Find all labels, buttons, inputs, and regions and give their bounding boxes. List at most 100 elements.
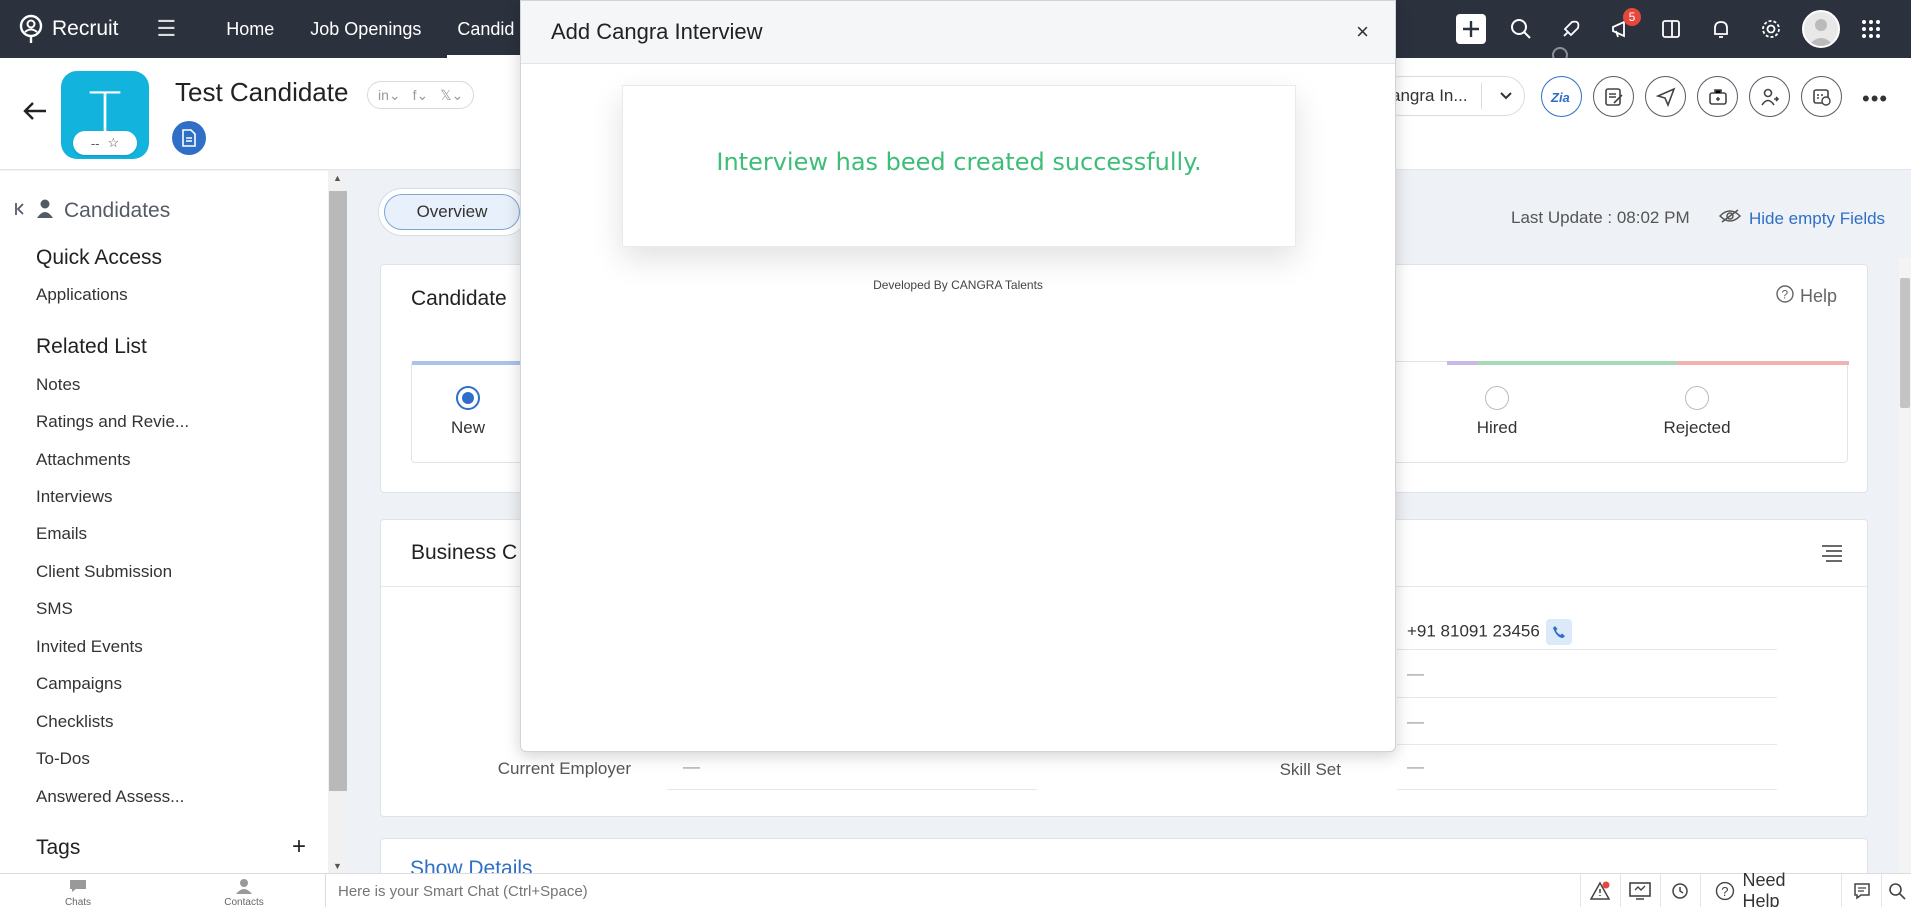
scroll-up-icon[interactable]: ▲ [333, 173, 342, 183]
sidebar-item-campaigns[interactable]: Campaigns [36, 674, 122, 694]
back-arrow-icon[interactable] [22, 100, 48, 127]
tab-overview[interactable]: Overview [384, 194, 520, 230]
search-icon[interactable] [1496, 0, 1546, 58]
chats-button[interactable]: Chats [58, 878, 98, 907]
select-divider [1481, 83, 1482, 109]
history-icon[interactable] [1659, 874, 1700, 907]
sidebar-module-header[interactable]: Candidates [14, 198, 170, 224]
hide-empty-fields-link[interactable]: Hide empty Fields [1718, 208, 1886, 229]
bottom-search-icon[interactable] [1881, 874, 1911, 907]
menu-icon[interactable]: ☰ [157, 16, 177, 42]
schedule-icon[interactable] [1801, 76, 1842, 117]
modal-title: Add Cangra Interview [551, 19, 763, 44]
field-line [667, 789, 1037, 790]
message-icon[interactable] [1841, 874, 1881, 907]
announcement-icon[interactable]: 5 [1596, 0, 1646, 58]
hide-empty-label: Hide empty Fields [1749, 208, 1886, 228]
svg-text:Zia: Zia [1550, 90, 1570, 105]
resume-doc-icon[interactable] [172, 121, 206, 155]
sidebar-item-invited-events[interactable]: Invited Events [36, 637, 143, 657]
close-icon[interactable]: × [1356, 19, 1369, 45]
contacts-button[interactable]: Contacts [221, 878, 267, 907]
nav-home[interactable]: Home [208, 0, 292, 58]
edit-note-icon[interactable] [1593, 76, 1634, 117]
related-list-title: Related List [36, 335, 147, 358]
sidebar-item-ratings[interactable]: Ratings and Revie... [36, 412, 189, 432]
field-line [1397, 649, 1777, 650]
contacts-icon [236, 879, 252, 894]
send-icon[interactable] [1645, 76, 1686, 117]
plus-icon [1456, 14, 1486, 44]
sidebar-item-client-submission[interactable]: Client Submission [36, 562, 172, 582]
skill-set-value[interactable]: — [1407, 757, 1424, 777]
stage-bar-hired [1477, 361, 1677, 365]
help-link[interactable]: ? Help [1776, 285, 1837, 308]
svg-text:?: ? [1721, 884, 1728, 899]
x-twitter-icon[interactable]: 𝕏⌄ [440, 87, 463, 104]
gear-icon[interactable] [1746, 0, 1796, 58]
need-help-label: Need Help [1742, 870, 1786, 907]
more-options-icon[interactable]: ••• [1862, 86, 1888, 112]
blank-value-2: — [1407, 712, 1424, 731]
assign-user-icon[interactable] [1749, 76, 1790, 117]
calendar-icon[interactable] [1646, 0, 1696, 58]
stage-rejected[interactable]: Rejected [1647, 386, 1747, 438]
sidebar-item-emails[interactable]: Emails [36, 524, 87, 544]
nav-candidates[interactable]: Candid [439, 0, 533, 58]
chevron-down-icon [1498, 87, 1514, 108]
sidebar-item-notes[interactable]: Notes [36, 375, 80, 395]
current-employer-value[interactable]: — [683, 757, 700, 777]
phone-icon[interactable] [1545, 619, 1572, 645]
sidebar-item-checklists[interactable]: Checklists [36, 712, 113, 732]
sidebar-item-sms[interactable]: SMS [36, 599, 73, 619]
stage-bar-new [412, 361, 532, 365]
question-icon: ? [1715, 881, 1734, 901]
zia-button[interactable]: Zia [1541, 76, 1582, 117]
stage-hired-radio[interactable] [1485, 386, 1509, 410]
main-scrollbar[interactable] [1899, 258, 1911, 873]
stage-new-radio[interactable] [456, 386, 480, 410]
bell-icon[interactable] [1696, 0, 1746, 58]
sidebar-item-attachments[interactable]: Attachments [36, 450, 131, 470]
stage-new[interactable]: New [438, 386, 498, 438]
stage-hired[interactable]: Hired [1457, 386, 1537, 438]
eye-off-icon [1718, 208, 1742, 229]
stage-rejected-radio[interactable] [1685, 386, 1709, 410]
chat-bubble-icon [70, 880, 86, 892]
nav-job-openings[interactable]: Job Openings [292, 0, 439, 58]
phone-value[interactable]: +91 81091 23456 [1407, 619, 1572, 645]
add-tag-button[interactable]: + [292, 833, 306, 861]
brand[interactable]: Recruit [18, 14, 119, 44]
apps-grid-icon[interactable] [1846, 0, 1896, 58]
current-employer-label: Current Employer [497, 759, 631, 778]
smart-chat-input[interactable] [326, 874, 1580, 907]
collapse-icon[interactable] [14, 199, 26, 223]
avatar [1802, 10, 1840, 48]
list-view-icon[interactable] [1821, 544, 1843, 567]
skill-set-label: Skill Set [1279, 760, 1341, 779]
main-scroll-thumb[interactable] [1900, 278, 1910, 408]
need-help-button[interactable]: ? Need Help [1699, 870, 1842, 907]
screen-share-icon[interactable] [1619, 874, 1660, 907]
field-line [1397, 697, 1777, 698]
interview-select[interactable]: angra In... [1380, 76, 1525, 116]
sidebar-item-applications[interactable]: Applications [36, 285, 128, 305]
business-card-title: Business C [411, 541, 518, 564]
scroll-down-icon[interactable]: ▼ [333, 861, 342, 871]
stage-hired-label: Hired [1476, 418, 1518, 437]
sidebar-scroll-thumb[interactable] [329, 191, 347, 791]
person-icon [36, 198, 54, 224]
user-avatar[interactable] [1796, 0, 1846, 58]
sidebar-item-interviews[interactable]: Interviews [36, 487, 113, 507]
create-button[interactable] [1446, 0, 1496, 58]
briefcase-icon[interactable] [1697, 76, 1738, 117]
alert-icon[interactable] [1580, 874, 1620, 907]
sidebar-scrollbar[interactable]: ▲ ▼ [329, 171, 347, 873]
facebook-icon[interactable]: f⌄ [413, 87, 429, 104]
candidate-rating[interactable]: -- ☆ [73, 131, 137, 155]
sidebar-item-answered-assessments[interactable]: Answered Assess... [36, 787, 184, 807]
tags-title: Tags [36, 836, 81, 859]
action-buttons: Zia [1541, 76, 1842, 117]
sidebar-item-todos[interactable]: To-Dos [36, 749, 90, 769]
linkedin-icon[interactable]: in⌄ [378, 87, 401, 104]
